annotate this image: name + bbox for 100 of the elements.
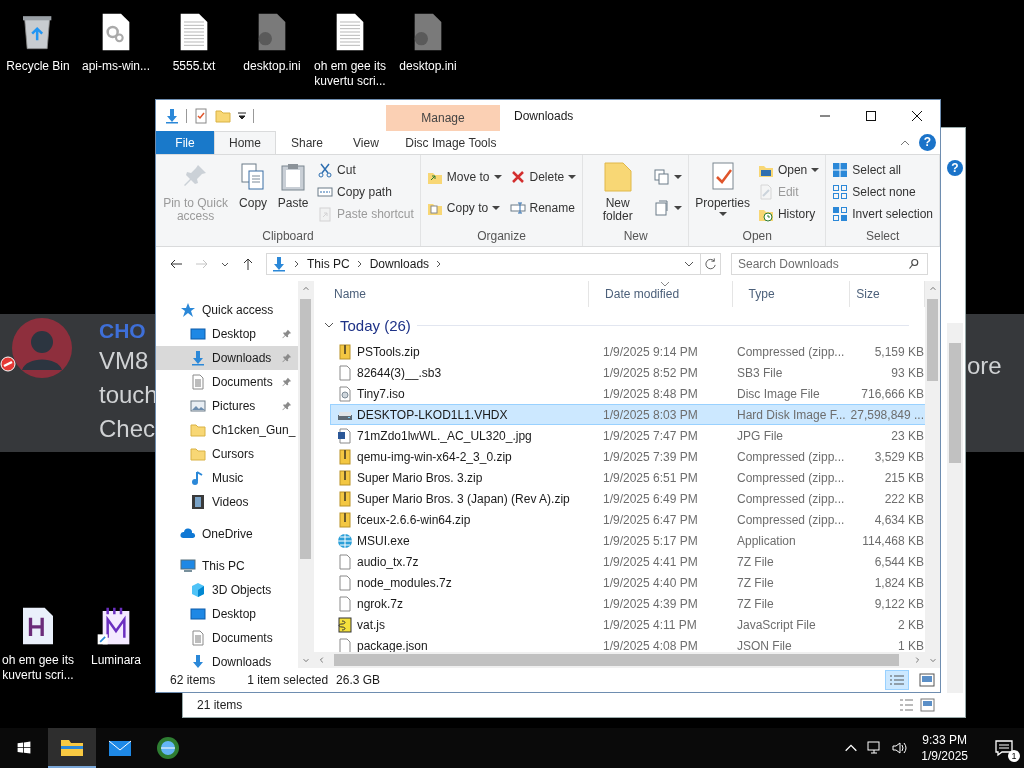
file-name: Super Mario Bros. 3.zip [357, 470, 483, 485]
nav-item[interactable]: Desktop [156, 602, 298, 626]
file-row[interactable]: Tiny7.iso 1/9/2025 8:48 PM Disc Image File 716,666 KB [330, 383, 925, 404]
status-text: 26.3 GB [336, 673, 381, 687]
table-cell-text: 1/9/2025 8:52 PM [602, 365, 699, 380]
icon-label[interactable]: api-ms-win... [79, 59, 153, 74]
ribbon-button[interactable]: Invert selection [829, 203, 936, 225]
ribbon-button[interactable]: Move to [423, 165, 505, 188]
ribbon-tab[interactable]: Home [214, 131, 276, 154]
nav-item[interactable]: Documents [156, 626, 298, 650]
taskbar-app[interactable] [48, 728, 96, 768]
file-row[interactable]: 82644(3)__.sb3 1/9/2025 8:52 PM SB3 File 93 KB [330, 362, 925, 383]
ribbon-button[interactable]: Properties [692, 159, 753, 220]
ribbon-button[interactable]: Copy to [423, 197, 505, 220]
icon-label[interactable]: oh em gee its kuvertu scri... [313, 59, 387, 89]
expand-caret-icon[interactable] [324, 320, 334, 330]
icon-label[interactable]: desktop.ini [391, 59, 465, 74]
status-text: 21 items [197, 698, 243, 712]
nav-item[interactable]: Videos [156, 490, 298, 514]
status-text: 62 items [170, 673, 216, 687]
nav-item[interactable]: Cursors [156, 442, 298, 466]
properties-icon[interactable] [193, 107, 209, 124]
file-row[interactable]: Super Mario Bros. 3.zip 1/9/2025 6:51 PM Compressed (zipp... 215 KB [330, 467, 925, 488]
help-icon[interactable]: ? [919, 134, 936, 151]
ribbon-tab[interactable]: File [156, 131, 214, 154]
large-icons-view-button[interactable] [916, 671, 938, 689]
file-name: vat.js [357, 617, 385, 632]
ribbon-button[interactable]: New folder [586, 159, 650, 225]
table-cell-text: 1/9/2025 4:41 PM [602, 554, 699, 569]
nav-item[interactable]: Pictures [156, 394, 298, 418]
scrollbar-thumb[interactable] [334, 654, 899, 666]
breadcrumb[interactable]: Downloads [369, 257, 430, 271]
table-cell-text: 1,824 KB [873, 575, 924, 590]
nav-item[interactable]: Downloads [156, 650, 298, 668]
file-name: MSUI.exe [357, 533, 410, 548]
search-field[interactable]: Search Downloads [731, 253, 928, 275]
scrollbar-thumb[interactable] [300, 299, 311, 559]
ribbon-button[interactable]: Select all [829, 159, 936, 181]
scrollbar-thumb[interactable] [927, 299, 938, 381]
notifications-icon[interactable] [994, 738, 1014, 758]
nav-item[interactable]: Quick access [156, 298, 298, 322]
file-row[interactable]: audio_tx.7z 1/9/2025 4:41 PM 7Z File 6,544 KB [330, 551, 925, 572]
file-row[interactable]: 71mZdo1lwWL._AC_UL320_.jpg 1/9/2025 7:47 PM JPG File 23 KB [330, 425, 925, 446]
file-row[interactable]: PSTools.zip 1/9/2025 9:14 PM Compressed (zipp... 5,159 KB [330, 341, 925, 362]
group-header[interactable]: Today (26) [340, 316, 411, 334]
ribbon-button[interactable]: Select none [829, 181, 936, 203]
avatar-icon [12, 318, 72, 378]
nav-item[interactable]: Downloads [156, 346, 298, 370]
file-row[interactable]: MSUI.exe 1/9/2025 5:17 PM Application 114,468 KB [330, 530, 925, 551]
nav-item[interactable]: Desktop [156, 322, 298, 346]
chevron-icon[interactable] [355, 260, 364, 268]
group-label: Select [864, 228, 901, 245]
nav-item[interactable]: Music [156, 466, 298, 490]
chevron-icon[interactable] [293, 260, 301, 268]
breadcrumb[interactable]: This PC [307, 257, 350, 271]
ribbon-button[interactable]: Copy path [314, 181, 417, 203]
file-row[interactable]: DESKTOP-LKOD1L1.VHDX 1/9/2025 8:03 PM Hard Disk Image F... 27,598,849 ... [330, 404, 925, 425]
file-name: PSTools.zip [357, 344, 420, 359]
nav-item[interactable]: This PC [156, 554, 298, 578]
file-row[interactable]: ngrok.7z 1/9/2025 4:39 PM 7Z File 9,122 KB [330, 593, 925, 614]
ribbon-button[interactable]: Cut [314, 159, 417, 181]
ribbon-button[interactable]: Paste [274, 159, 313, 212]
nav-item[interactable]: Ch1cken_Gun_ [156, 418, 298, 442]
table-cell-text: 6,544 KB [873, 554, 924, 569]
clock[interactable]: 9:33 PM 1/9/2025 [921, 732, 968, 764]
table-cell-text: 215 KB [883, 470, 924, 485]
file-row[interactable]: fceux-2.6.6-win64.zip 1/9/2025 6:47 PM Compressed (zipp... 4,634 KB [330, 509, 925, 530]
view-toggle-icon[interactable] [899, 698, 935, 712]
icon-label[interactable]: 5555.txt [157, 59, 231, 74]
icon-label[interactable]: desktop.ini [235, 59, 309, 74]
ribbon-button[interactable]: Copy [234, 159, 273, 212]
scrollbar[interactable] [925, 281, 940, 668]
icon-label[interactable]: Luminara [79, 653, 153, 668]
download-icon[interactable] [164, 107, 180, 124]
icon-label[interactable]: oh em gee its kuvertu scri... [1, 653, 75, 683]
file-row[interactable]: vat.js 1/9/2025 4:11 PM JavaScript File 2 KB [330, 614, 925, 635]
ribbon-button[interactable]: Open [754, 159, 823, 181]
nav-item[interactable]: OneDrive [156, 522, 298, 546]
file-row[interactable]: package.json 1/9/2025 4:08 PM JSON File 1 KB [330, 635, 925, 652]
file-row[interactable]: qemu-img-win-x64-2_3_0.zip 1/9/2025 7:39 PM Compressed (zipp... 3,529 KB [330, 446, 925, 467]
scrollbar[interactable] [298, 281, 313, 668]
scrollbar[interactable] [947, 323, 963, 693]
ribbon-button[interactable]: History [754, 203, 823, 225]
dropdown-icon[interactable] [684, 259, 694, 269]
column-header[interactable]: Name [318, 281, 590, 307]
icon-label[interactable]: Recycle Bin [1, 59, 75, 74]
nav-item[interactable]: 3D Objects [156, 578, 298, 602]
globe-icon [337, 532, 353, 549]
file-row[interactable]: Super Mario Bros. 3 (Japan) (Rev A).zip 1/9/2025 6:49 PM Compressed (zipp... 222 KB [330, 488, 925, 509]
volume-icon[interactable] [891, 740, 908, 756]
nav-item[interactable]: Documents [156, 370, 298, 394]
address-bar[interactable]: This PC Downloads [266, 253, 721, 275]
help-icon[interactable]: ? [947, 160, 963, 176]
ribbon-button[interactable]: Delete [506, 165, 580, 188]
column-header[interactable]: Date modified [589, 281, 733, 307]
caret-icon[interactable] [237, 110, 247, 121]
file-row[interactable]: node_modules.7z 1/9/2025 4:40 PM 7Z File 1,824 KB [330, 572, 925, 593]
column-header[interactable]: Type [732, 281, 851, 307]
ribbon-button[interactable]: Rename [506, 197, 580, 220]
scrollbar-thumb[interactable] [949, 343, 961, 463]
